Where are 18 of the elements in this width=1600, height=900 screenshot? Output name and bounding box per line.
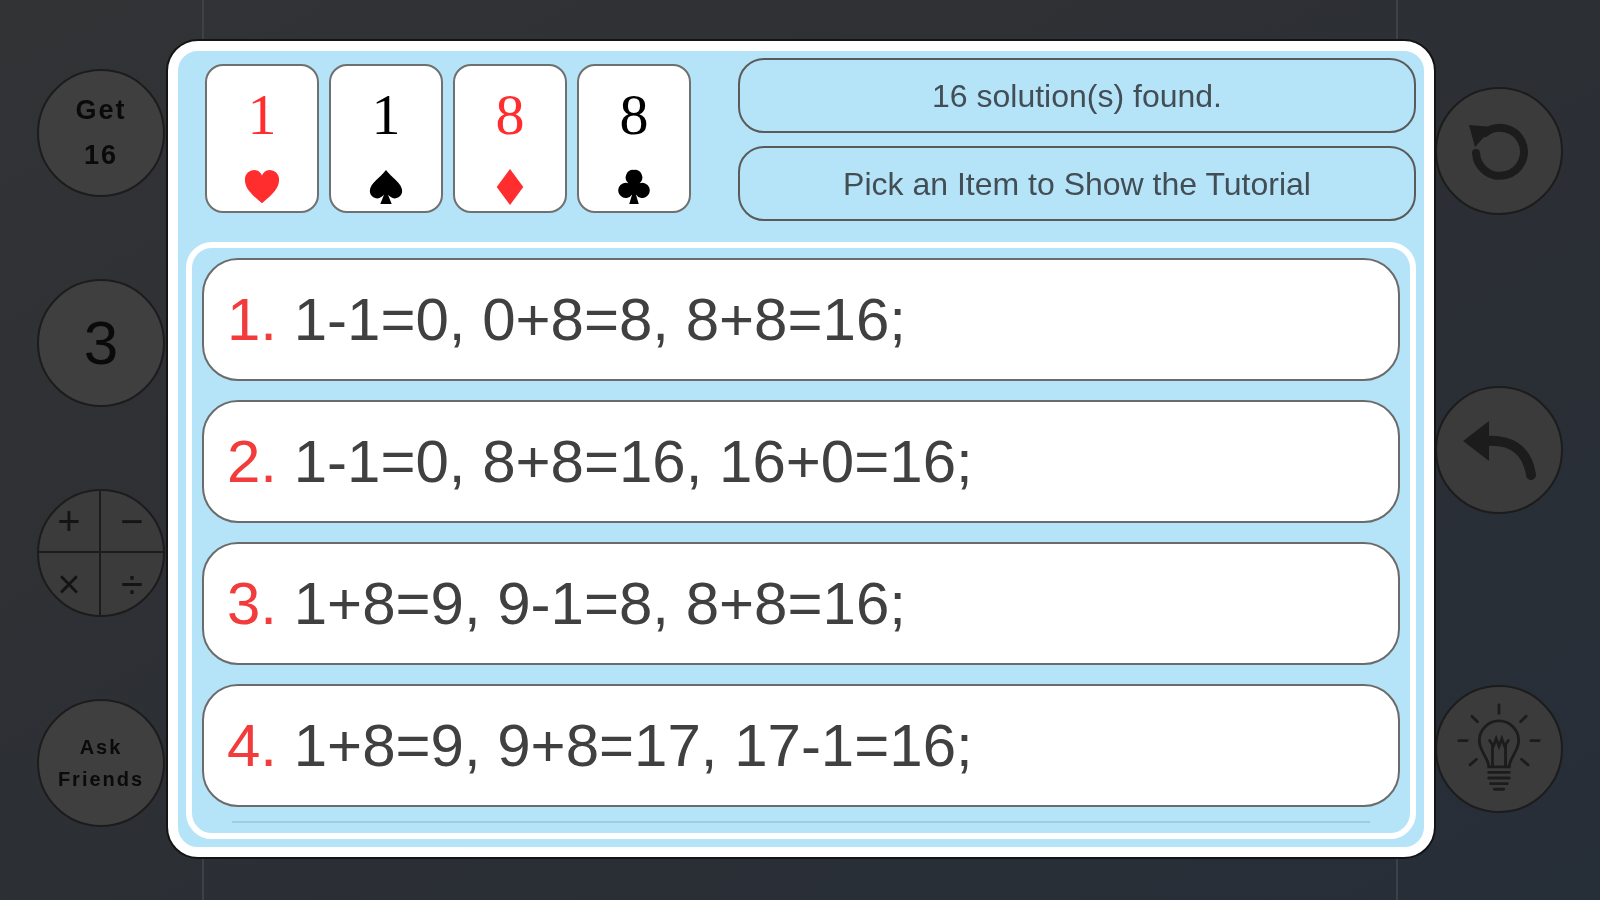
club-icon [615, 168, 653, 206]
card-rank: 1 [371, 86, 401, 144]
status-banner: 16 solution(s) found. [738, 58, 1416, 133]
operator-key[interactable]: − [101, 491, 163, 553]
card-rank: 8 [619, 86, 649, 144]
card-rank: 8 [495, 86, 525, 144]
solution-item[interactable]: 1. 1-1=0, 0+8=8, 8+8=16; [202, 258, 1400, 381]
solution-item[interactable]: 3. 1+8=9, 9-1=8, 8+8=16; [202, 542, 1400, 665]
operator-key[interactable]: × [39, 553, 101, 615]
solution-item[interactable]: 4. 1+8=9, 9+8=17, 17-1=16; [202, 684, 1400, 807]
solution-item[interactable]: 2. 1-1=0, 8+8=16, 16+0=16; [202, 400, 1400, 523]
heart-icon [243, 168, 281, 206]
instruction-banner: Pick an Item to Show the Tutorial [738, 146, 1416, 221]
operator-key[interactable]: + [39, 491, 101, 553]
operator-key[interactable]: ÷ [101, 553, 163, 615]
spade-icon [367, 168, 405, 206]
back-arrow-icon [1461, 419, 1537, 481]
card-rank: 1 [247, 86, 277, 144]
